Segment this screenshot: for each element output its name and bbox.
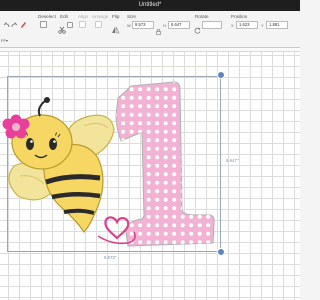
bee[interactable] [2, 97, 115, 233]
flower-icon [2, 114, 30, 139]
artwork [2, 81, 215, 247]
number-one[interactable] [115, 81, 215, 247]
left-partial-label: FF▾ [1, 38, 8, 43]
